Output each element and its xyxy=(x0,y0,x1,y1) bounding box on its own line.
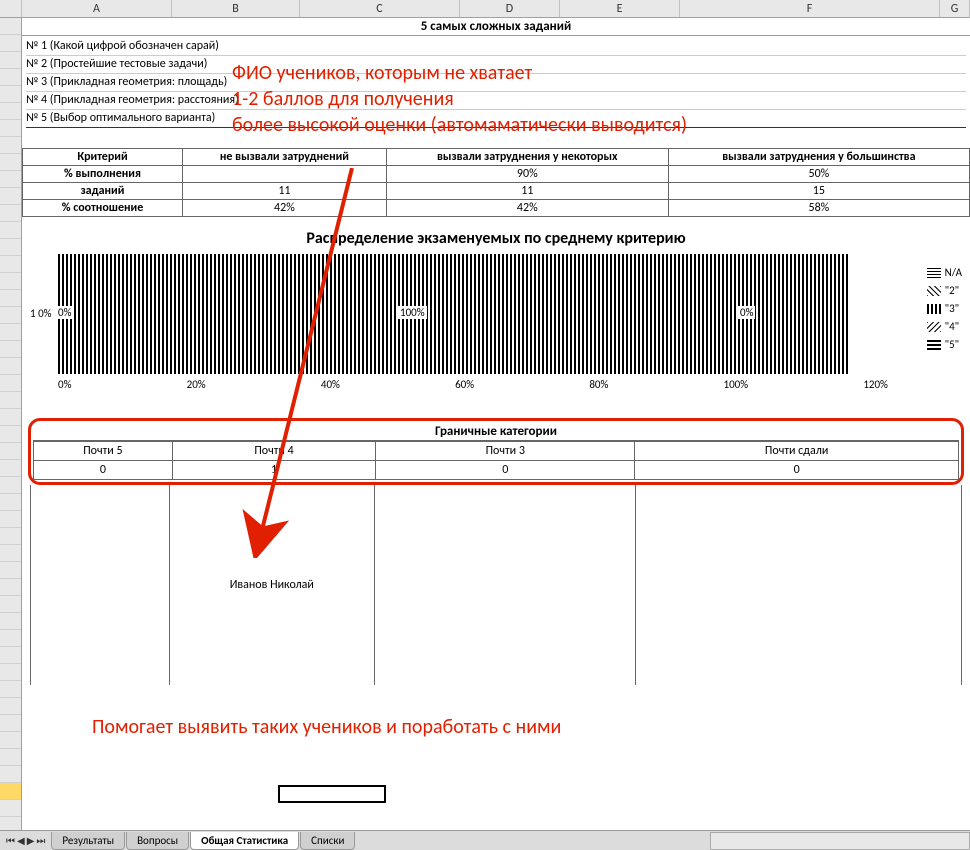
chart-x-axis: 0% 20% 40% 60% 80% 100% 120% xyxy=(58,378,888,391)
section-title: 5 самых сложных заданий xyxy=(22,18,970,36)
tab-lists[interactable]: Списки xyxy=(300,832,355,850)
tab-last-icon: ⏭ xyxy=(36,834,45,847)
tab-nav-buttons[interactable]: ⏮ ◀ ▶ ⏭ xyxy=(0,834,51,847)
annotation-top: ФИО учеников, которым не хватает 1-2 бал… xyxy=(232,60,687,138)
tab-questions[interactable]: Вопросы xyxy=(126,832,189,850)
tab-stats[interactable]: Общая Статистика xyxy=(190,832,299,850)
tab-prev-icon: ◀ xyxy=(17,834,25,847)
tab-next-icon: ▶ xyxy=(27,834,35,847)
tab-first-icon: ⏮ xyxy=(6,834,15,847)
horizontal-scrollbar[interactable] xyxy=(710,832,970,850)
bar-label: 0% xyxy=(56,306,73,319)
sheet-tabs-bar: ⏮ ◀ ▶ ⏭ Результаты Вопросы Общая Статист… xyxy=(0,830,970,850)
row-numbers xyxy=(0,18,22,830)
task-item: № 1 (Какой цифрой обозначен сарай) xyxy=(26,38,966,56)
boundary-categories-box: Граничные категории Почти 5 Почти 4 Почт… xyxy=(28,418,964,485)
worksheet[interactable]: 5 самых сложных заданий № 1 (Какой цифро… xyxy=(22,18,970,830)
student-name: Иванов Николай xyxy=(170,485,375,685)
chart-legend: N/A "2" "3" "4" "5" xyxy=(927,264,962,354)
bar-label: 0% xyxy=(738,306,755,319)
bar-label: 100% xyxy=(398,306,427,319)
tab-results[interactable]: Результаты xyxy=(51,832,125,850)
annotation-bottom: Помогает выявить таких учеников и порабо… xyxy=(92,714,561,740)
boundary-students: Иванов Николай xyxy=(30,485,962,685)
chart-title: Распределение экзаменуемых по среднему к… xyxy=(22,229,970,248)
criteria-table: Критерий не вызвали затруднений вызвали … xyxy=(22,148,970,217)
distribution-chart: 1 0% 0% 100% 0% 0% 20% 40% 60% 80% 100% … xyxy=(30,254,962,414)
column-headers: A B C D E F G xyxy=(0,0,970,18)
selected-cell[interactable] xyxy=(278,785,386,803)
